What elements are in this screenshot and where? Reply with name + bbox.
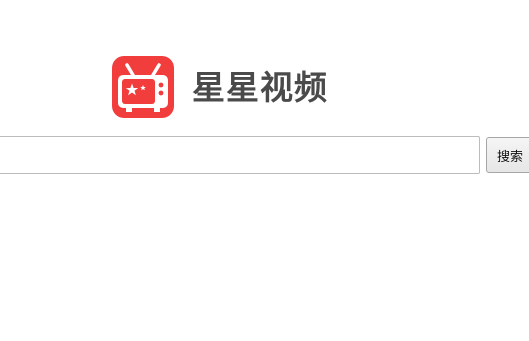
search-button[interactable]: 搜索 bbox=[486, 137, 529, 173]
page: 星星视频 搜索 bbox=[0, 0, 529, 341]
logo: 星星视频 bbox=[112, 56, 328, 118]
brand-name: 星星视频 bbox=[192, 67, 328, 107]
search-input[interactable] bbox=[0, 136, 480, 174]
tv-star-logo-icon bbox=[112, 56, 174, 118]
